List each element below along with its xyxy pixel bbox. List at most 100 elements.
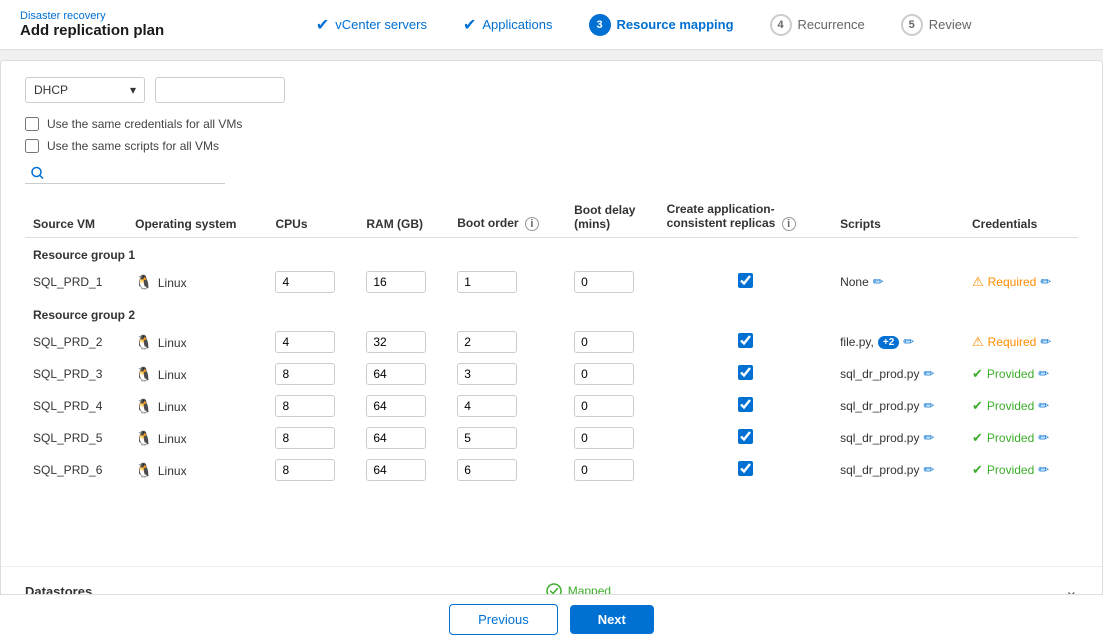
cred-edit-icon[interactable]: ✏ — [1038, 366, 1049, 382]
ram-input[interactable] — [366, 459, 426, 481]
script-cell: sql_dr_prod.py ✏ — [840, 462, 956, 478]
col-ram: RAM (GB) — [358, 196, 449, 238]
wizard-steps: ✔ vCenter servers ✔ Applications 3 Resou… — [204, 14, 1083, 36]
vm-os: 🐧 Linux — [127, 326, 267, 358]
boot-order-input[interactable] — [457, 331, 517, 353]
cred-edit-icon[interactable]: ✏ — [1038, 398, 1049, 414]
previous-button[interactable]: Previous — [449, 604, 558, 635]
app-consistent-checkbox[interactable] — [738, 397, 753, 412]
app-consistent-checkbox[interactable] — [738, 333, 753, 348]
script-name: sql_dr_prod.py — [840, 463, 919, 477]
script-edit-icon[interactable]: ✏ — [903, 334, 914, 350]
group-label-2: Resource group 2 — [25, 298, 1078, 326]
script-edit-icon[interactable]: ✏ — [923, 398, 934, 414]
next-button[interactable]: Next — [570, 605, 654, 634]
linux-icon: 🐧 — [135, 462, 152, 478]
cred-edit-icon[interactable]: ✏ — [1040, 274, 1051, 290]
app-consistent-checkbox[interactable] — [738, 429, 753, 444]
script-edit-icon[interactable]: ✏ — [923, 430, 934, 446]
vm-name: SQL_PRD_5 — [25, 422, 127, 454]
cred-edit-icon[interactable]: ✏ — [1038, 462, 1049, 478]
group-row-2: Resource group 2 — [25, 298, 1078, 326]
step-resource-mapping[interactable]: 3 Resource mapping — [571, 14, 752, 36]
ok-icon: ✔ — [972, 398, 983, 414]
cpus-input[interactable] — [275, 331, 335, 353]
step-recurrence[interactable]: 4 Recurrence — [752, 14, 883, 36]
vm-name: SQL_PRD_1 — [25, 266, 127, 298]
script-edit-icon[interactable]: ✏ — [923, 462, 934, 478]
script-name: file.py, — [840, 335, 874, 349]
step-review-label: Review — [929, 17, 972, 32]
script-name: None — [840, 275, 869, 289]
boot-delay-input[interactable] — [574, 271, 634, 293]
search-icon — [31, 166, 44, 179]
checkbox-credentials-input[interactable] — [25, 117, 39, 131]
col-scripts: Scripts — [832, 196, 964, 238]
dhcp-value: DHCP — [34, 83, 68, 97]
checkbox-scripts-input[interactable] — [25, 139, 39, 153]
cred-cell: ✔ Provided ✏ — [972, 430, 1070, 446]
group-row-1: Resource group 1 — [25, 238, 1078, 267]
step-applications[interactable]: ✔ Applications — [445, 15, 571, 35]
ram-input[interactable] — [366, 363, 426, 385]
col-credentials: Credentials — [964, 196, 1078, 238]
table-row: SQL_PRD_4 🐧 Linux sql_dr_prod.py ✏ — [25, 390, 1078, 422]
vm-name: SQL_PRD_4 — [25, 390, 127, 422]
app-consistent-checkbox[interactable] — [738, 461, 753, 476]
script-name: sql_dr_prod.py — [840, 399, 919, 413]
cred-cell: ✔ Provided ✏ — [972, 398, 1070, 414]
script-edit-icon[interactable]: ✏ — [873, 274, 884, 290]
ram-input[interactable] — [366, 271, 426, 293]
linux-icon: 🐧 — [135, 430, 152, 446]
ram-input[interactable] — [366, 427, 426, 449]
boot-delay-input[interactable] — [574, 363, 634, 385]
top-form: DHCP ▾ — [25, 77, 1078, 103]
boot-delay-input[interactable] — [574, 427, 634, 449]
warn-icon: ⚠ — [972, 274, 984, 290]
checkbox-credentials-label: Use the same credentials for all VMs — [47, 117, 242, 131]
boot-order-input[interactable] — [457, 271, 517, 293]
cpus-input[interactable] — [275, 271, 335, 293]
ram-input[interactable] — [366, 331, 426, 353]
boot-order-input[interactable] — [457, 363, 517, 385]
boot-order-input[interactable] — [457, 395, 517, 417]
boot-delay-input[interactable] — [574, 395, 634, 417]
step-applications-label: Applications — [482, 17, 552, 32]
cred-status: Provided — [987, 431, 1034, 445]
vm-name: SQL_PRD_3 — [25, 358, 127, 390]
cred-edit-icon[interactable]: ✏ — [1040, 334, 1051, 350]
scripts-plus-badge: +2 — [878, 336, 899, 349]
step-circle-3: 3 — [589, 14, 611, 36]
bottom-bar: Previous Next — [0, 594, 1103, 644]
script-edit-icon[interactable]: ✏ — [923, 366, 934, 382]
dhcp-select[interactable]: DHCP ▾ — [25, 77, 145, 103]
cred-status: Required — [988, 335, 1037, 349]
cpus-input[interactable] — [275, 459, 335, 481]
step-review[interactable]: 5 Review — [883, 14, 990, 36]
app-consistent-checkbox[interactable] — [738, 365, 753, 380]
cpus-input[interactable] — [275, 395, 335, 417]
checkbox-same-scripts: Use the same scripts for all VMs — [25, 139, 1078, 153]
app-consistent-checkbox[interactable] — [738, 273, 753, 288]
cpus-input[interactable] — [275, 427, 335, 449]
boot-delay-input[interactable] — [574, 331, 634, 353]
ram-input[interactable] — [366, 395, 426, 417]
vm-name: SQL_PRD_2 — [25, 326, 127, 358]
search-input[interactable] — [25, 161, 225, 184]
boot-delay-input[interactable] — [574, 459, 634, 481]
boot-order-input[interactable] — [457, 459, 517, 481]
vm-os: 🐧 Linux — [127, 390, 267, 422]
ip-input[interactable] — [155, 77, 285, 103]
dhcp-chevron-icon: ▾ — [130, 83, 136, 97]
cred-cell: ⚠ Required ✏ — [972, 334, 1070, 350]
linux-icon: 🐧 — [135, 274, 152, 290]
check-icon-1: ✔ — [316, 15, 329, 35]
cpus-input[interactable] — [275, 363, 335, 385]
boot-order-input[interactable] — [457, 427, 517, 449]
cred-cell: ✔ Provided ✏ — [972, 462, 1070, 478]
ok-icon: ✔ — [972, 462, 983, 478]
script-cell: None ✏ — [840, 274, 956, 290]
inner-content: DHCP ▾ Use the same credentials for all … — [1, 61, 1102, 566]
step-vcenter[interactable]: ✔ vCenter servers — [298, 15, 445, 35]
cred-edit-icon[interactable]: ✏ — [1038, 430, 1049, 446]
